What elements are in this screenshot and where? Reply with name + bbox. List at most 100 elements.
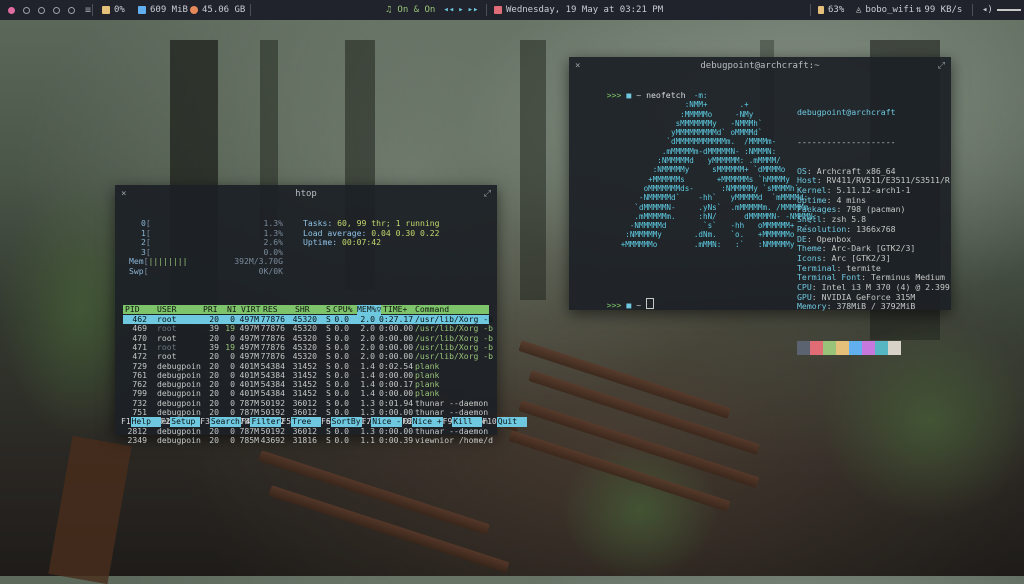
date-time: Wednesday, 19 May at 03:21 PM [506, 5, 664, 15]
battery-icon [818, 6, 824, 14]
disk-icon [190, 6, 198, 14]
fkey-setup-button[interactable]: F2Setup [161, 417, 201, 427]
info-value: Arc [GTK2/3] [831, 252, 891, 263]
table-cell: 785M [239, 434, 260, 445]
info-key: Packages [797, 204, 837, 215]
color-swatch [888, 340, 901, 355]
close-icon[interactable]: × [121, 185, 126, 203]
fkey-quit-button[interactable]: F10Quit [482, 417, 527, 427]
maximize-icon[interactable]: ⤢ [938, 57, 945, 75]
volume-module[interactable]: ◂) [982, 0, 1021, 20]
fkey-search-button[interactable]: F3Search [200, 417, 241, 427]
fkey-kill-button[interactable]: F9Kill [443, 417, 483, 427]
color-swatch [836, 340, 849, 355]
table-cell: 20 [209, 434, 219, 445]
ascii-line: .mMMMMMm. :hN/ dMMMMMN- -NMMMN: [607, 211, 818, 221]
uptime-stat: Uptime: 00:07:42 [303, 237, 381, 247]
workspace-1[interactable] [8, 6, 15, 14]
cpu-icon [102, 6, 110, 14]
ascii-line: -m: [607, 91, 708, 100]
color-swatch [823, 340, 836, 355]
maximize-icon[interactable]: ⤢ [484, 185, 491, 203]
top-panel: ≡ 0% 609 MiB 45.06 GB ♫ On & On ◂◂ ▸ ▸▸ … [0, 0, 1024, 20]
info-value: 378MiB / 3792MiB [836, 301, 916, 312]
workspace-2[interactable] [23, 6, 30, 14]
arch-ascii-logo: -m: :NMM+ .+ :MMMMMo -NMy sMMMMMMMy -NMM… [607, 91, 818, 249]
system-info: debugpoint@archcraft -------------------… [797, 89, 950, 377]
ascii-line: `dMMMMMMMMMMMm. /MMMMm- [607, 137, 777, 147]
table-row[interactable]: 2349 debugpoin 20 0 785M 43692 31816 S 0.0 1.1 0:0… [123, 434, 493, 445]
fkey-label: Tree [291, 417, 322, 427]
info-value: 5.11.12-arch1-1 [836, 185, 911, 196]
info-key: OS [797, 165, 807, 176]
color-swatch [875, 340, 888, 355]
fkey-nice-button[interactable]: F8Nice + [402, 417, 443, 427]
prev-track-icon[interactable]: ◂◂ [443, 5, 454, 15]
workspace-5[interactable] [68, 6, 75, 14]
fkey-number: F5 [281, 417, 292, 426]
ascii-line: +MMMMMMs +MMMMMMs `hMMMMy [607, 174, 790, 184]
fkey-number: F6 [321, 417, 331, 426]
table-cell: 2349 [127, 434, 148, 445]
fkey-number: F7 [361, 417, 372, 426]
color-swatch [862, 340, 875, 355]
info-value: Arc-Dark [GTK2/3] [831, 243, 916, 254]
htop-titlebar[interactable]: × htop ⤢ [115, 185, 497, 203]
fkey-tree-button[interactable]: F5Tree [281, 417, 322, 427]
fkey-label: SortBy [330, 417, 362, 427]
info-value: Intel i3 M 370 (4) @ 2.399 [821, 282, 950, 293]
neofetch-terminal-window[interactable]: × debugpoint@archcraft:~ ⤢ >>> ■ ~ neofe… [569, 57, 951, 355]
music-note-icon: ♫ [386, 5, 392, 15]
ascii-line: :MMMMMo -NMy [607, 109, 754, 119]
terminal-titlebar[interactable]: × debugpoint@archcraft:~ ⤢ [569, 57, 951, 75]
fkey-label: Help [130, 417, 161, 427]
ascii-line: :NMM+ .+ [607, 100, 749, 110]
ascii-line: :NMMMMMy sMMMMMM+ `dMMMMo [607, 165, 786, 175]
fkey-nice-button[interactable]: F7Nice - [362, 417, 403, 427]
ascii-line: -NMMMMMd` -hh` yMMMMMd `mMMMMd: [607, 193, 809, 203]
color-swatch [849, 340, 862, 355]
info-value: NVIDIA GeForce 315M [821, 291, 916, 302]
calendar-icon [494, 6, 502, 14]
info-value: 4 mins [836, 194, 867, 205]
table-cell: 0 [230, 434, 235, 445]
user-host: debugpoint@archcraft [797, 107, 896, 118]
wifi-module[interactable]: ◬ bobo_wifi [856, 0, 914, 20]
process-table-header[interactable]: PID USER PRI NI VIRT RES SHR S CPU% MEM%▽ TIME+ Com… [123, 304, 489, 315]
fkey-help-button[interactable]: F1Help [121, 417, 161, 427]
next-track-icon[interactable]: ▸▸ [468, 5, 479, 15]
volume-slider[interactable] [996, 9, 1021, 11]
workspace-3[interactable] [38, 6, 45, 14]
info-key: CPU [797, 282, 812, 293]
info-value: Archcraft x86_64 [816, 165, 896, 176]
table-cell: 43692 [260, 434, 285, 445]
memory-icon [138, 6, 146, 14]
fkey-label: Kill [452, 417, 483, 427]
ascii-line: oMMMMMMMds- :NMMMMMy `sMMMMh` [607, 183, 800, 193]
hamburger-icon[interactable]: ≡ [85, 5, 91, 16]
info-separator: -------------------- [797, 136, 896, 147]
info-value: 798 (pacman) [846, 204, 906, 215]
color-swatch [797, 340, 810, 355]
htop-window[interactable]: × htop ⤢ 0[1.3% 1[1.3% 2[2.6% 3[0.0% Mem… [115, 185, 527, 444]
table-cell: 0.0 [334, 434, 349, 445]
workspace-4[interactable] [53, 6, 60, 14]
ascii-line: :NMMMMMd yMMMMMM: .mMMMM/ [607, 156, 781, 166]
ascii-line: +MMMMMMo .mMMN: :` :NMMMMMy [607, 239, 795, 249]
fkey-filter-button[interactable]: F4Filter [241, 417, 282, 427]
color-palette [797, 340, 950, 358]
fkey-number: F1 [121, 417, 131, 426]
info-key: Theme [797, 243, 822, 254]
play-icon[interactable]: ▸ [458, 5, 463, 15]
table-cell: viewnior /home/d [415, 434, 493, 445]
disk-module: 45.06 GB [190, 0, 245, 20]
cursor[interactable] [646, 297, 655, 309]
fkey-label: Nice + [411, 417, 443, 427]
fkey-sortby-button[interactable]: F6SortBy [321, 417, 362, 427]
table-cell: 0:00.39 [379, 434, 414, 445]
info-key: Shell [797, 214, 822, 225]
terminal-content[interactable]: >>> ■ ~ neofetch -m: :NMM+ .+ :MMMMMo -N… [577, 81, 950, 355]
ascii-line: :NMMMMMy .dNm. `o. +MMMMMMo [607, 230, 795, 240]
info-key: Uptime [797, 194, 827, 205]
close-icon[interactable]: × [575, 57, 580, 75]
